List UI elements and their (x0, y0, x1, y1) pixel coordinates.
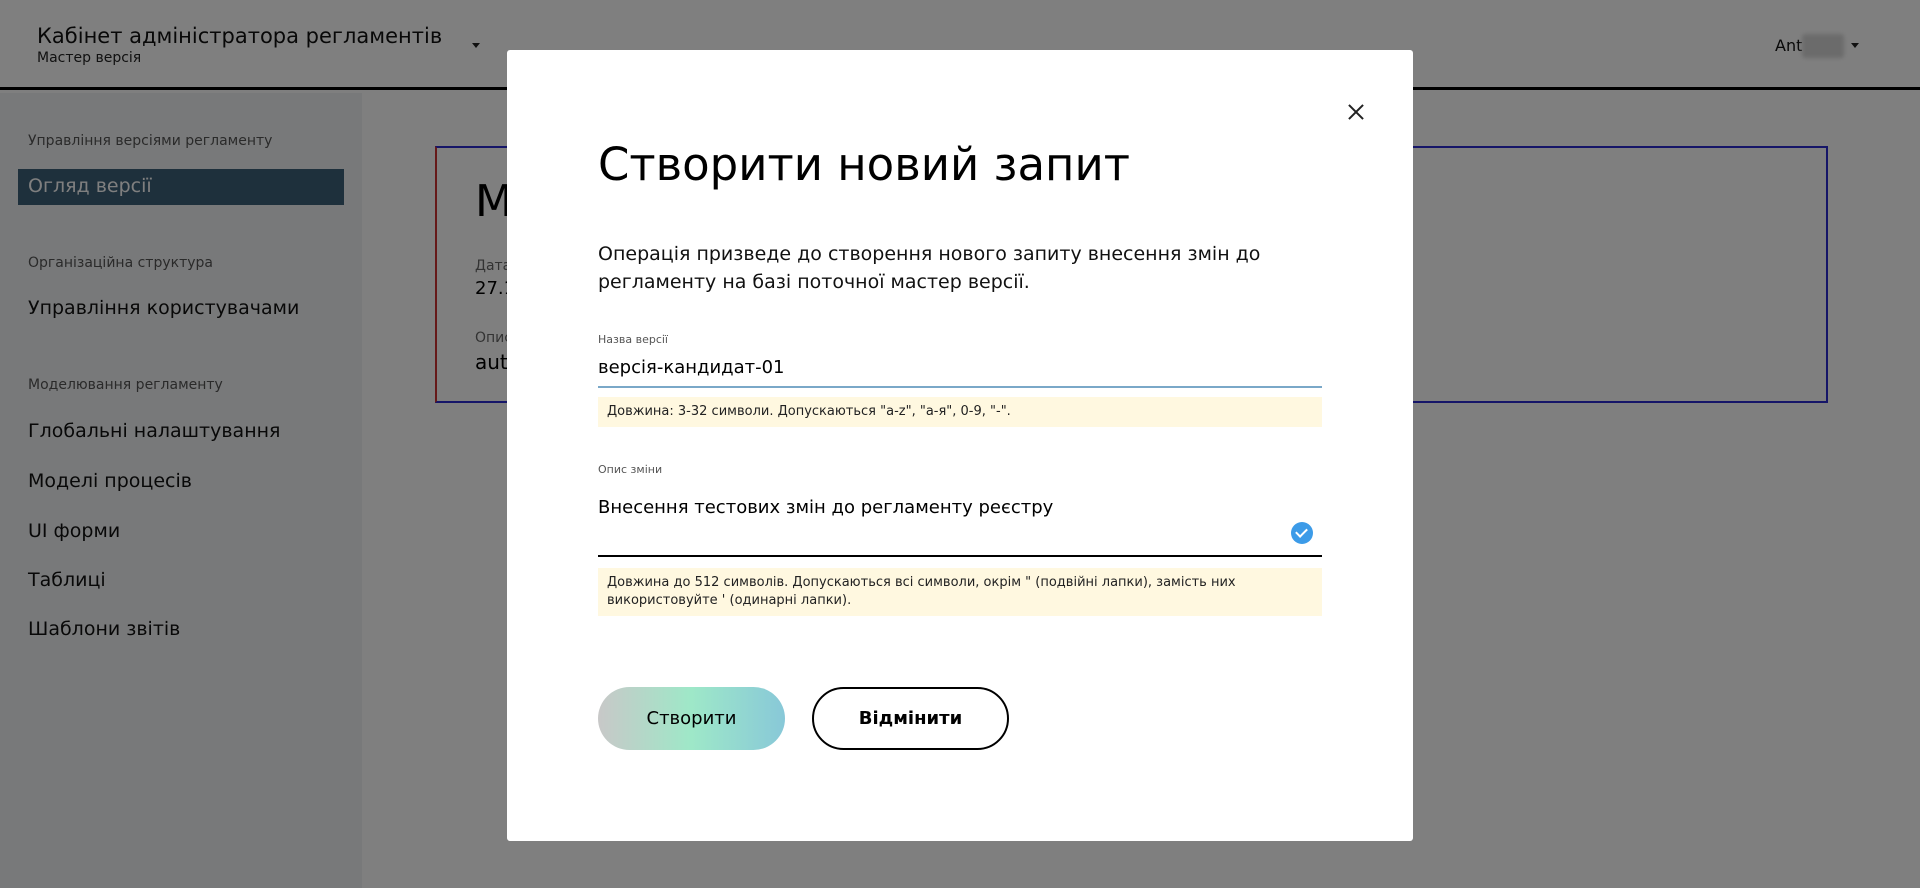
check-icon (1291, 522, 1313, 544)
modal-description: Операція призведе до створення нового за… (598, 243, 1261, 293)
version-name-input[interactable] (598, 348, 1322, 388)
modal-title: Створити новий запит (598, 138, 1130, 191)
create-button[interactable]: Створити (598, 687, 785, 750)
change-description-input[interactable]: Внесення тестових змін до регламенту реє… (598, 485, 1322, 557)
close-icon[interactable] (1341, 97, 1371, 127)
version-name-hint: Довжина: 3-32 символи. Допускаються "a-z… (598, 397, 1322, 427)
version-name-label: Назва версії (598, 333, 668, 346)
create-request-modal: Створити новий запит Операція призведе д… (507, 50, 1413, 841)
change-description-label: Опис зміни (598, 463, 663, 476)
change-description-hint: Довжина до 512 символів. Допускаються вс… (598, 568, 1322, 616)
cancel-button[interactable]: Відмінити (812, 687, 1009, 750)
